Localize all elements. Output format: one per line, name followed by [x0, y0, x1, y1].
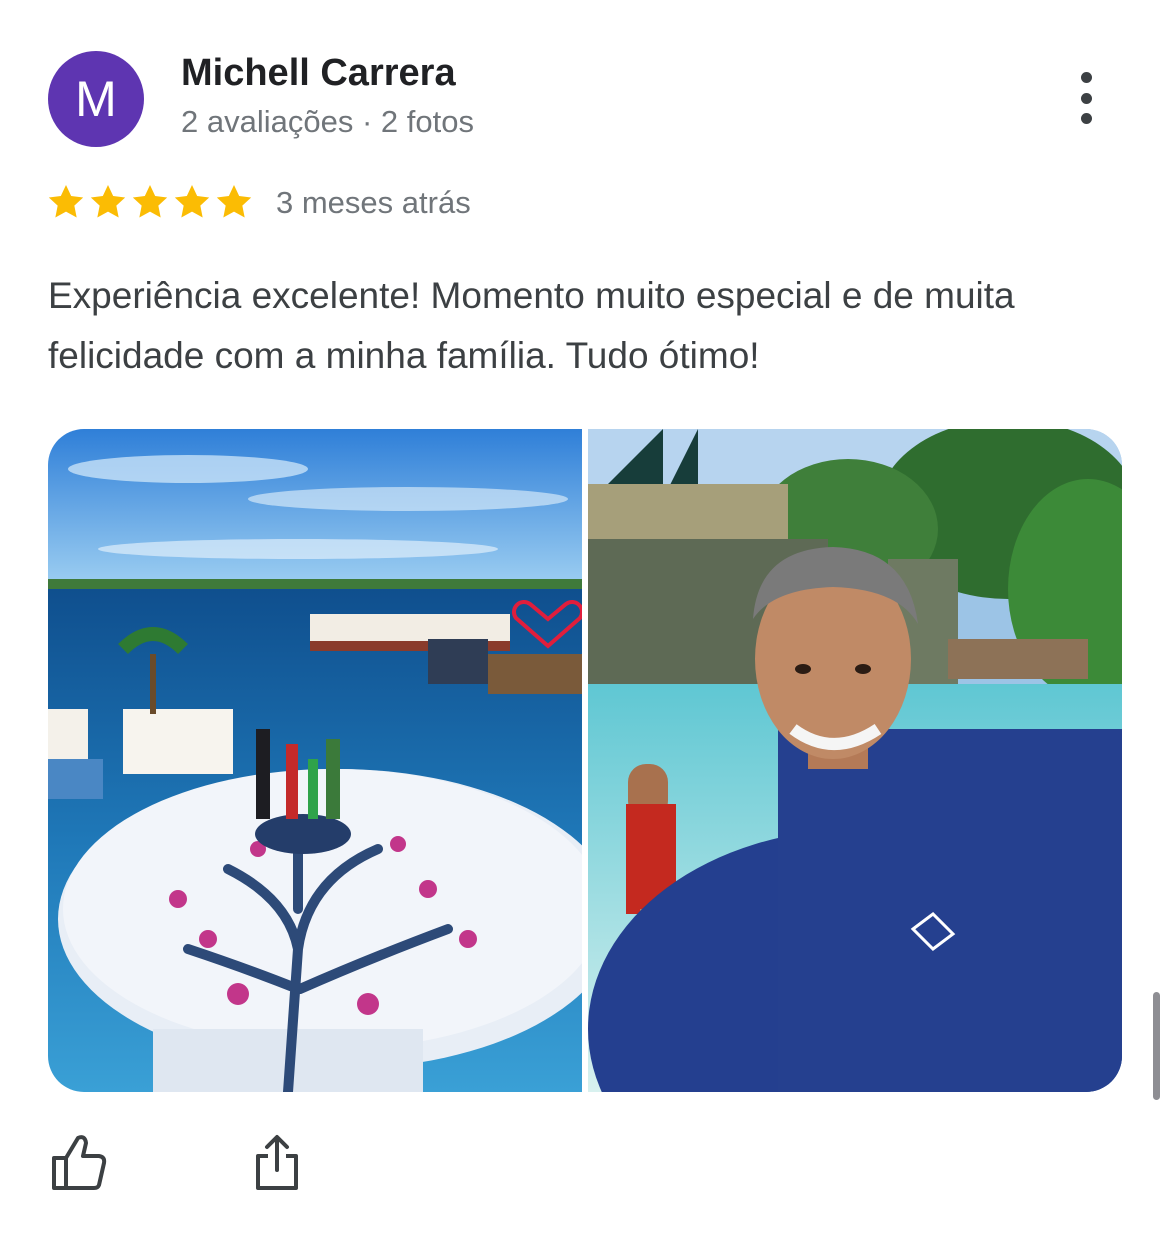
- share-button[interactable]: [248, 1132, 306, 1192]
- thumbs-up-icon: [52, 1135, 107, 1190]
- more-dot-icon: [1080, 113, 1092, 124]
- avatar-initial: M: [75, 71, 117, 127]
- review-text: Experiência excelente! Momento muito esp…: [48, 275, 1015, 376]
- more-dot-icon: [1080, 92, 1092, 104]
- share-icon: [256, 1135, 298, 1190]
- like-button[interactable]: [50, 1132, 108, 1192]
- star-icon: [216, 185, 252, 218]
- more-dot-icon: [1080, 72, 1092, 83]
- review-photo[interactable]: [588, 429, 1122, 1092]
- review-time: 3 meses atrás: [276, 185, 471, 220]
- star-icon: [90, 185, 126, 218]
- star-icon: [132, 185, 168, 218]
- beach-platform-image: [48, 429, 582, 1092]
- photo-gallery: [48, 429, 1122, 1092]
- star-rating: [46, 182, 254, 222]
- avatar[interactable]: M: [48, 51, 144, 147]
- author-meta: 2 avaliações · 2 fotos: [181, 104, 474, 139]
- review-photo[interactable]: [48, 429, 582, 1092]
- star-icon: [48, 185, 84, 218]
- water-park-selfie-image: [588, 429, 1122, 1092]
- author-name[interactable]: Michell Carrera: [181, 52, 456, 95]
- star-icon: [174, 185, 210, 218]
- scrollbar[interactable]: [1153, 992, 1160, 1100]
- action-bar: [50, 1132, 306, 1192]
- more-options-button[interactable]: [1064, 66, 1108, 130]
